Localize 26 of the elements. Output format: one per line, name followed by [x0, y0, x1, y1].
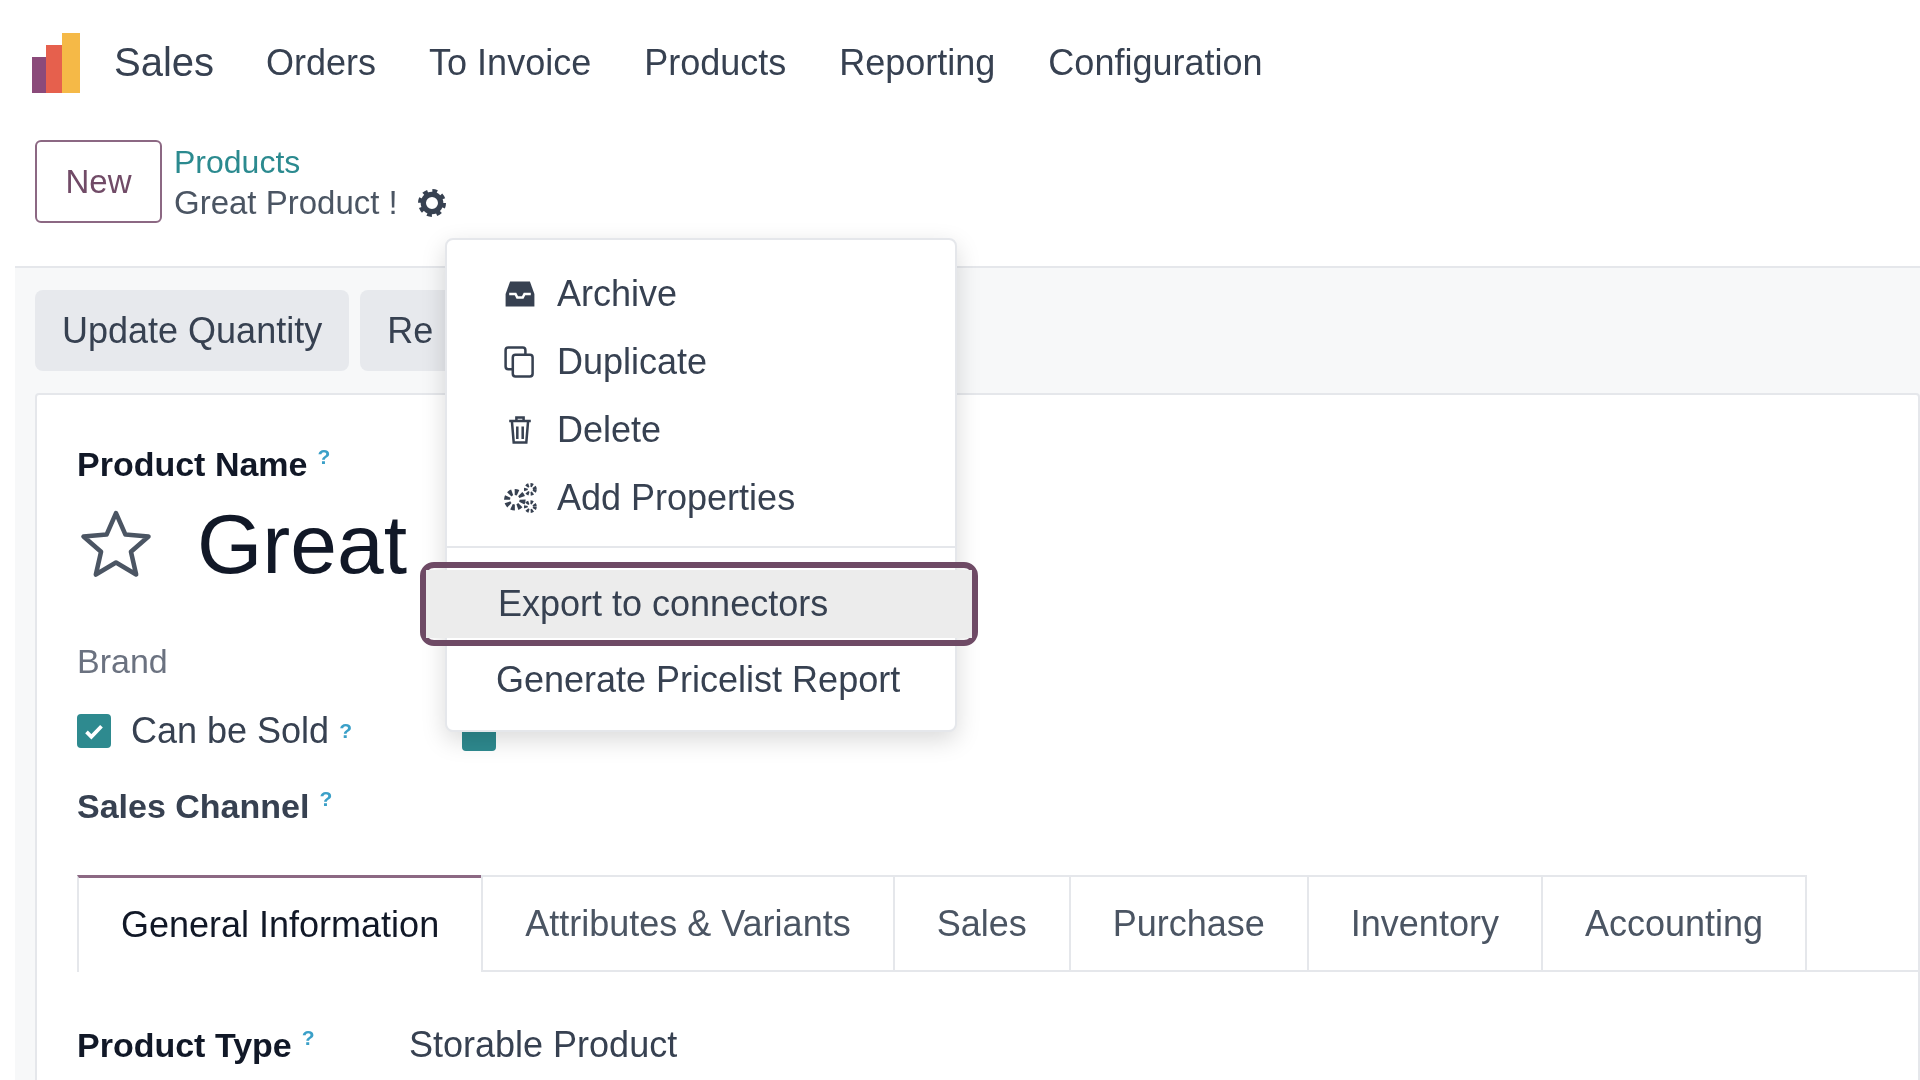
field-label: Product Name	[77, 445, 308, 484]
menu-item[interactable]: Generate Pricelist Report	[447, 646, 955, 714]
menu-item[interactable]: Delete	[447, 396, 955, 464]
product-name[interactable]: Great	[197, 495, 408, 593]
menu-item[interactable]: Export to connectors	[426, 570, 972, 638]
checkbox[interactable]	[77, 714, 111, 748]
breadcrumb-link[interactable]: Products	[174, 142, 448, 182]
app-name[interactable]: Sales	[114, 40, 215, 85]
tab[interactable]: Accounting	[1540, 875, 1807, 970]
field-label: Product Type	[77, 1025, 292, 1065]
record-title: Great Product !	[174, 183, 398, 223]
new-button[interactable]: New	[35, 140, 162, 223]
nav-menu-item[interactable]: Reporting	[839, 41, 996, 84]
settings-icon[interactable]	[415, 187, 448, 219]
nav-menu-item[interactable]: Orders	[266, 41, 377, 84]
tab[interactable]: General Information	[77, 875, 484, 972]
menu-item[interactable]: Add Properties	[447, 464, 955, 532]
field-value[interactable]: Storable Product	[409, 1024, 678, 1066]
nav-menu-item[interactable]: To Invoice	[429, 41, 592, 84]
nav-menu-item[interactable]: Configuration	[1048, 41, 1263, 84]
checkbox-label[interactable]: Can be Sold	[131, 710, 330, 752]
field-label: Sales Channel	[77, 787, 310, 826]
nav-menu-item[interactable]: Products	[644, 41, 787, 84]
action-button[interactable]: Update Quantity	[35, 290, 350, 371]
gears-icon	[501, 480, 539, 516]
field-label: Brand	[77, 642, 168, 681]
